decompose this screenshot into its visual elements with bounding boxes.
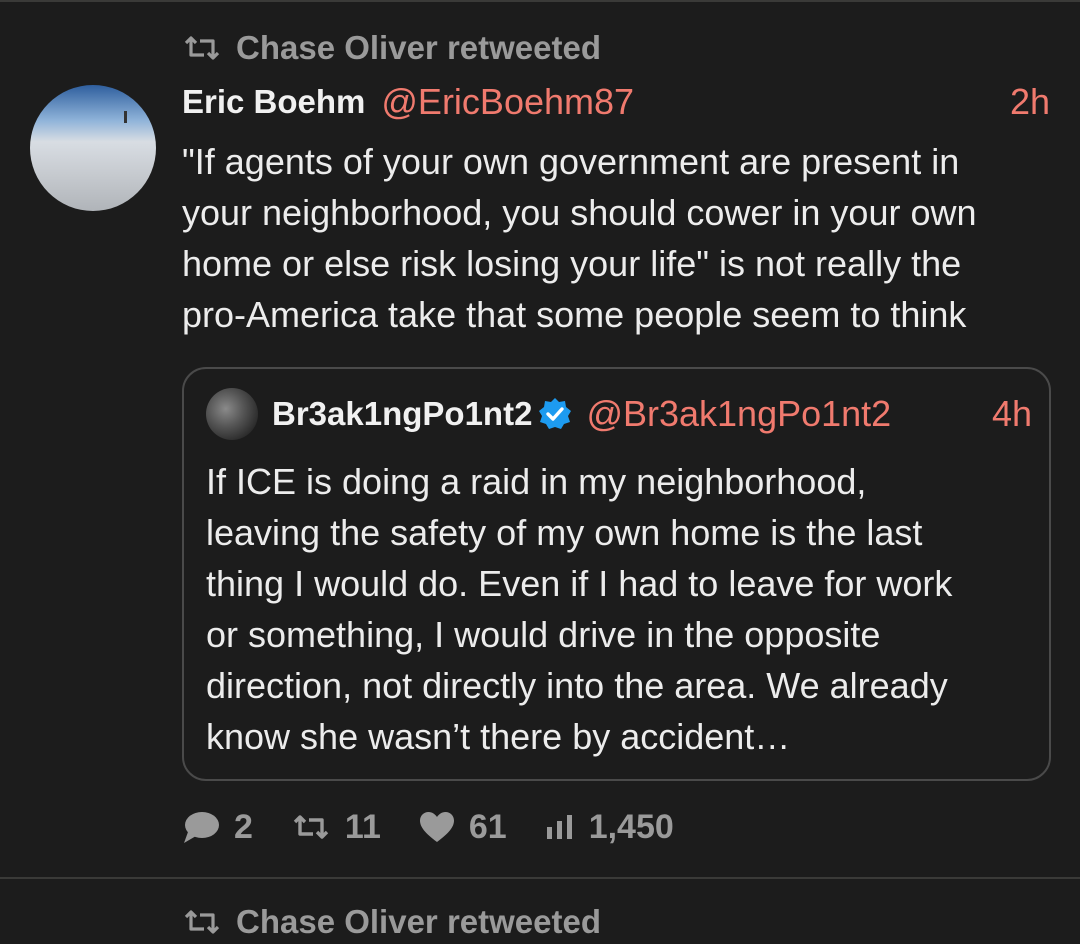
reply-count: 2: [234, 807, 253, 846]
author-handle[interactable]: @EricBoehm87: [381, 81, 634, 123]
quoted-body-line: thing I would do. Even if I had to leave…: [206, 563, 953, 604]
quoted-body-line: leaving the safety of my own home is the…: [206, 512, 923, 553]
tweet[interactable]: Chase Oliver retweeted Eric Boehm @EricB…: [0, 0, 1080, 878]
next-tweet-retweet-context: Chase Oliver retweeted: [182, 900, 601, 944]
quoted-author-name[interactable]: Br3ak1ngPo1nt2: [272, 395, 532, 433]
tweet-divider: [0, 877, 1080, 879]
reply-button[interactable]: 2: [182, 808, 253, 847]
retweet-icon: [293, 815, 329, 839]
next-retweeted-by-label: Chase Oliver retweeted: [236, 903, 601, 940]
author-name[interactable]: Eric Boehm: [182, 83, 365, 121]
quoted-avatar[interactable]: [206, 388, 258, 440]
quoted-tweet-time[interactable]: 4h: [992, 393, 1032, 435]
tweet-header: Eric Boehm @EricBoehm87 2h: [182, 80, 1050, 124]
tweet-body: "If agents of your own government are pr…: [182, 136, 1062, 340]
retweet-icon: [184, 36, 220, 60]
tweet-time[interactable]: 2h: [1010, 81, 1050, 123]
quoted-tweet-header: Br3ak1ngPo1nt2 @Br3ak1ngPo1nt2 4h: [206, 387, 1032, 441]
quoted-tweet[interactable]: Br3ak1ngPo1nt2 @Br3ak1ngPo1nt2 4h If ICE…: [182, 367, 1051, 781]
views-bar-chart-icon: [546, 815, 572, 839]
like-count: 61: [468, 807, 507, 846]
retweet-icon: [184, 910, 220, 934]
tweet-body-line: "If agents of your own government are pr…: [182, 141, 960, 182]
tweet-body-line: your neighborhood, you should cower in y…: [182, 192, 977, 233]
retweet-button[interactable]: 11: [291, 808, 381, 847]
tweet-body-line: home or else risk losing your life" is n…: [182, 243, 962, 284]
avatar-figure: [124, 111, 127, 123]
quoted-author-handle[interactable]: @Br3ak1ngPo1nt2: [586, 393, 891, 435]
tweet-body-line: pro-America take that some people seem t…: [182, 294, 967, 335]
retweet-context: Chase Oliver retweeted: [182, 26, 601, 70]
views-count: 1,450: [588, 807, 674, 846]
quoted-body-line: know she wasn’t there by accident…: [206, 716, 791, 757]
retweet-count: 11: [344, 807, 381, 846]
tweet-actions: 2 11 61 1,450: [182, 806, 712, 848]
reply-icon: [184, 812, 219, 843]
quoted-body-line: direction, not directly into the area. W…: [206, 665, 948, 706]
heart-icon: [419, 812, 454, 842]
avatar[interactable]: [30, 85, 156, 211]
quoted-body-line: If ICE is doing a raid in my neighborhoo…: [206, 461, 867, 502]
like-button[interactable]: 61: [419, 808, 507, 847]
retweeted-by-label: Chase Oliver retweeted: [236, 29, 601, 66]
views-button[interactable]: 1,450: [545, 808, 674, 847]
quoted-body-line: or something, I would drive in the oppos…: [206, 614, 881, 655]
quoted-tweet-body: If ICE is doing a raid in my neighborhoo…: [206, 456, 1036, 762]
verified-badge-icon: [539, 398, 572, 429]
